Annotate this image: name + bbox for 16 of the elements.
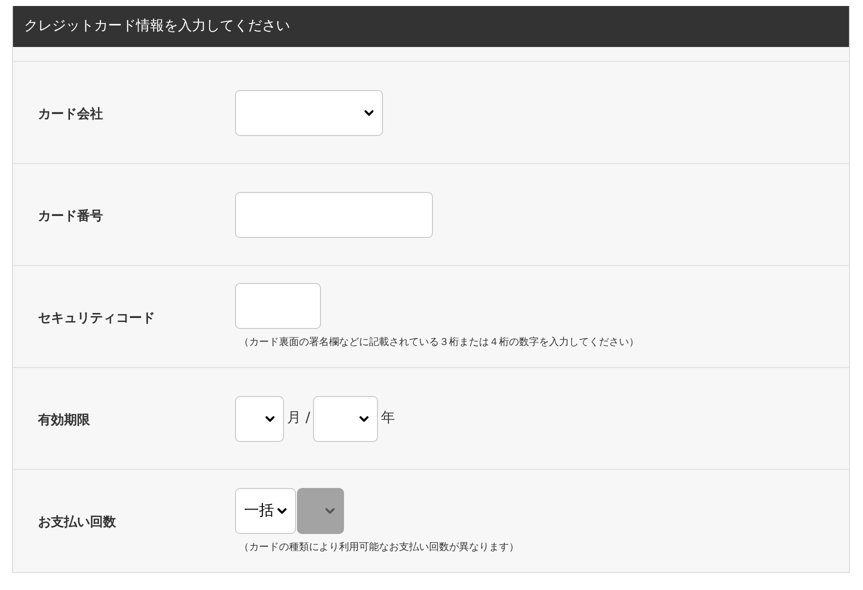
unit-label: 月 / (286, 409, 312, 428)
field-label: 有効期限 (38, 412, 90, 428)
hint-text: （カード裏面の署名欄などに記載されている３桁または４桁の数字を入力してください） (238, 336, 639, 350)
input-field[interactable] (235, 283, 321, 329)
hint-text: （カードの種類により利用可能なお支払い回数が異なります） (238, 540, 519, 554)
dropdown[interactable]: 一括 (235, 488, 296, 534)
field-label: セキュリティコード (38, 310, 155, 326)
unit-label: 年 (380, 409, 396, 428)
field-label: お支払い回数 (38, 515, 116, 530)
input-field[interactable] (235, 192, 433, 238)
dropdown[interactable] (235, 396, 284, 442)
field-label: カード会社 (38, 106, 103, 122)
section-title: クレジットカード情報を入力してください (24, 17, 290, 36)
field-label: カード番号 (38, 208, 103, 224)
dropdown[interactable] (235, 90, 383, 136)
dropdown[interactable] (313, 396, 378, 442)
